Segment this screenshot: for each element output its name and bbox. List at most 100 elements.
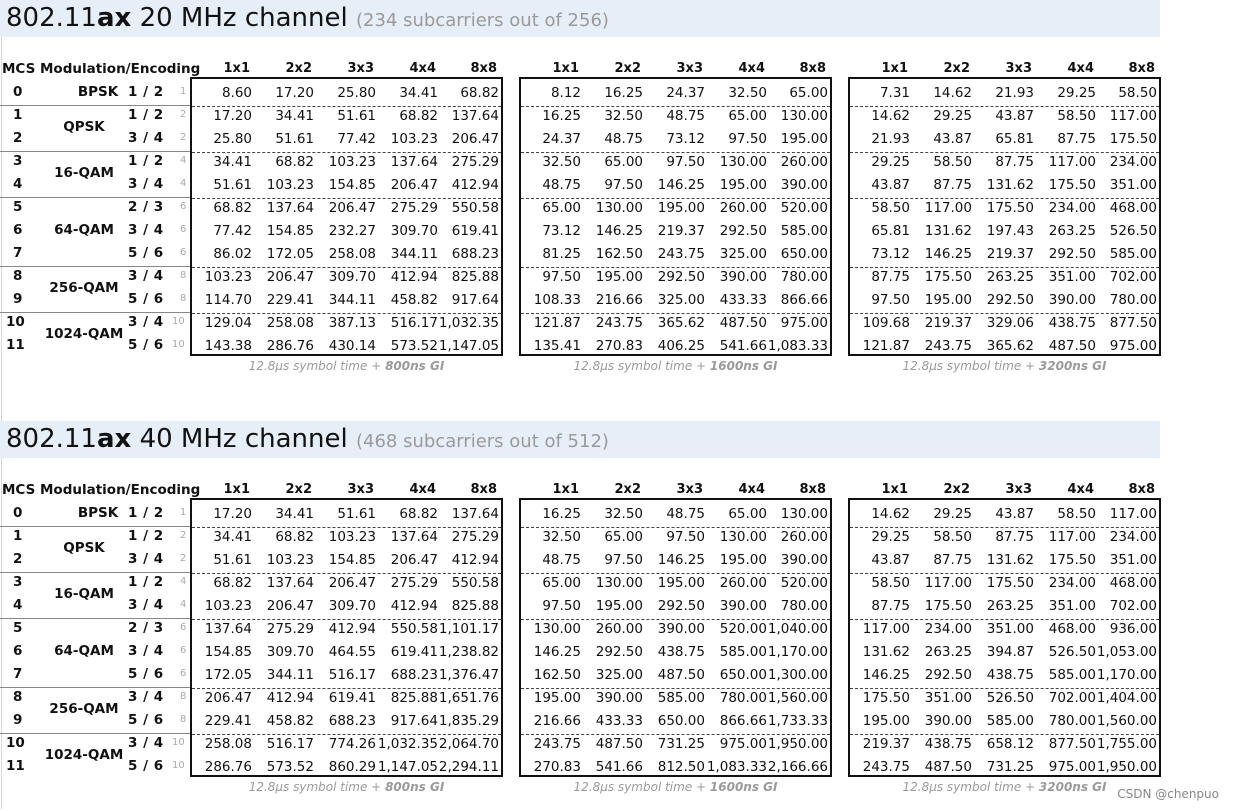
- rate-cell: 195.00: [862, 713, 910, 729]
- rate-cell: 780.00: [1109, 292, 1157, 308]
- section-subtitle: (468 subcarriers out of 512): [355, 431, 609, 452]
- rate-cell: 2,294.11: [438, 759, 499, 775]
- rate-cell: 87.75: [933, 552, 972, 568]
- title-suffix: 20 MHz channel: [131, 3, 348, 33]
- rate-cell: 458.82: [266, 713, 314, 729]
- rate-cell: 825.88: [390, 690, 438, 706]
- rate-cell: 585.00: [780, 223, 828, 239]
- coding-rate: 5 / 6: [128, 245, 164, 261]
- rate-cell: 573.52: [266, 759, 314, 775]
- group-separator: [0, 312, 190, 313]
- rate-cell: 206.47: [451, 131, 499, 147]
- rate-cell: 51.61: [213, 552, 252, 568]
- rate-cell: 32.50: [604, 108, 643, 124]
- stream-column-header: 3x3: [676, 482, 703, 497]
- rate-cell: 206.47: [204, 690, 252, 706]
- rate-cell: 97.50: [542, 598, 581, 614]
- rate-cell: 14.62: [933, 85, 972, 101]
- stream-column-header: 1x1: [881, 482, 908, 497]
- rate-cell: 344.11: [266, 667, 314, 683]
- modulation-column-header: Modulation/Encoding: [40, 61, 201, 77]
- rate-cell: 263.25: [986, 269, 1034, 285]
- rate-cell: 780.00: [1048, 713, 1096, 729]
- rate-cell: 73.12: [666, 131, 705, 147]
- rate-cell: 585.00: [986, 713, 1034, 729]
- rate-cell: 117.00: [924, 575, 972, 591]
- rate-cell: 175.50: [924, 269, 972, 285]
- caption-text: 12.8μs symbol time +: [248, 780, 386, 794]
- mcs-index: 8: [13, 268, 23, 284]
- rate-cell: 65.00: [728, 506, 767, 522]
- rate-cell: 1,170.00: [1096, 667, 1157, 683]
- stream-column-header: 4x4: [409, 61, 436, 76]
- rate-cell: 433.33: [719, 292, 767, 308]
- rate-cell: 14.62: [871, 108, 910, 124]
- coding-rate: 3 / 4: [128, 597, 164, 613]
- coding-rate: 1 / 2: [128, 574, 164, 590]
- rate-cell: 87.75: [871, 598, 910, 614]
- rate-cell: 270.83: [595, 338, 643, 354]
- rate-cell: 292.50: [595, 644, 643, 660]
- stream-column-header: 4x4: [409, 482, 436, 497]
- rate-cell: 658.12: [986, 736, 1034, 752]
- rate-table: 7.31 14.62 21.93 29.25 58.50 14.62 29.25 43.87 5…: [848, 77, 1161, 356]
- guard-interval-caption: 12.8μs symbol time + 1600ns GI: [519, 359, 832, 373]
- rate-cell: 97.50: [604, 177, 643, 193]
- coding-rate: 5 / 6: [128, 291, 164, 307]
- rate-cell: 25.80: [337, 85, 376, 101]
- rate-cell: 117.00: [1109, 108, 1157, 124]
- rate-cell: 390.00: [657, 621, 705, 637]
- bits-per-symbol: 1: [180, 507, 187, 518]
- bits-per-symbol: 8: [180, 691, 187, 702]
- rate-cell: 526.50: [1109, 223, 1157, 239]
- mcs-index: 1: [13, 107, 23, 123]
- rate-cell: 650.00: [719, 667, 767, 683]
- rate-cell: 146.25: [657, 552, 705, 568]
- rate-cell: 487.50: [924, 759, 972, 775]
- rate-cell: 7.31: [879, 85, 910, 101]
- rate-cell: 65.00: [789, 85, 828, 101]
- rate-cell: 121.87: [533, 315, 581, 331]
- rate-cell: 351.00: [1109, 552, 1157, 568]
- rate-cell: 550.58: [451, 200, 499, 216]
- mcs-index: 6: [13, 222, 23, 238]
- rate-cell: 468.00: [1109, 200, 1157, 216]
- rate-cell: 68.82: [399, 108, 438, 124]
- coding-rate: 5 / 6: [128, 758, 164, 774]
- stream-column-header: 4x4: [738, 61, 765, 76]
- rate-cell: 292.50: [657, 598, 705, 614]
- rate-cell: 97.50: [542, 269, 581, 285]
- rate-cell: 51.61: [337, 108, 376, 124]
- rate-cell: 975.00: [1048, 759, 1096, 775]
- rate-cell: 58.50: [1057, 108, 1096, 124]
- rate-cell: 390.00: [595, 690, 643, 706]
- rate-cell: 774.26: [328, 736, 376, 752]
- rate-cell: 520.00: [780, 575, 828, 591]
- rate-cell: 81.25: [542, 246, 581, 262]
- rate-cell: 51.61: [337, 506, 376, 522]
- rate-cell: 1,560.00: [767, 690, 828, 706]
- rate-cell: 121.87: [862, 338, 910, 354]
- bits-per-symbol: 8: [180, 714, 187, 725]
- rate-cell: 468.00: [1048, 621, 1096, 637]
- group-separator: [0, 733, 190, 734]
- rate-cell: 234.00: [1048, 575, 1096, 591]
- stream-column-header: 1x1: [552, 61, 579, 76]
- rate-cell: 975.00: [1109, 338, 1157, 354]
- rate-cell: 412.94: [328, 621, 376, 637]
- rate-cell: 243.75: [862, 759, 910, 775]
- rate-cell: 619.41: [451, 223, 499, 239]
- title-suffix: 40 MHz channel: [131, 424, 348, 454]
- stream-column-header: 3x3: [347, 61, 374, 76]
- rate-cell: 48.75: [542, 177, 581, 193]
- rate-cell: 866.66: [780, 292, 828, 308]
- rate-cell: 344.11: [328, 292, 376, 308]
- rate-cell: 229.41: [204, 713, 252, 729]
- bits-per-symbol: 10: [172, 339, 185, 350]
- rate-cell: 438.75: [657, 644, 705, 660]
- bits-per-symbol: 8: [180, 293, 187, 304]
- rate-cell: 131.62: [924, 223, 972, 239]
- rate-cell: 412.94: [390, 269, 438, 285]
- rate-cell: 97.50: [666, 154, 705, 170]
- rate-cell: 234.00: [1109, 529, 1157, 545]
